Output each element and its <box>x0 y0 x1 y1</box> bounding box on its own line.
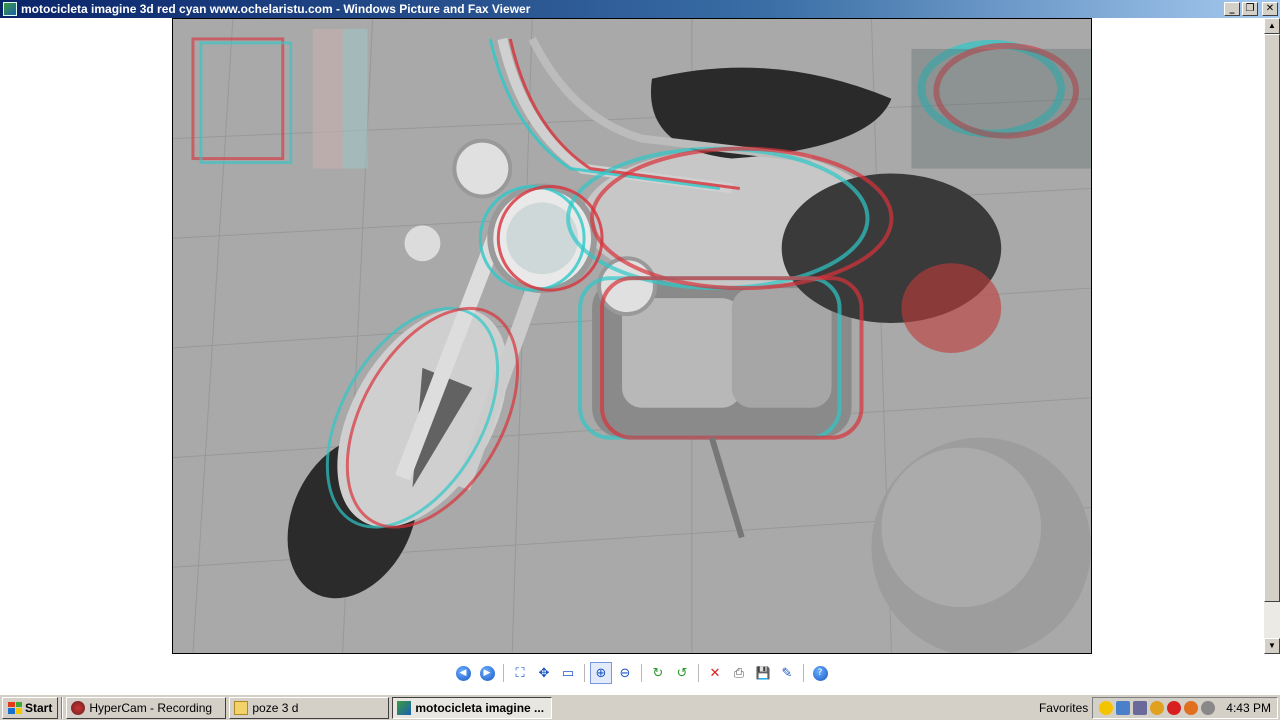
antivirus-icon[interactable] <box>1167 700 1182 715</box>
taskbar: Start HyperCam - Recording poze 3 d moto… <box>0 694 1280 720</box>
previous-icon: ◀ <box>455 665 471 681</box>
restore-button[interactable]: ❐ <box>1242 2 1258 16</box>
zoom-out-button[interactable]: ⊖ <box>614 662 636 684</box>
hypercam-icon <box>71 700 86 715</box>
viewer-area <box>0 18 1264 694</box>
actual-size-button[interactable]: ✥ <box>533 662 555 684</box>
scroll-up-button[interactable]: ▲ <box>1264 18 1280 34</box>
window-title: motocicleta imagine 3d red cyan www.oche… <box>21 2 531 16</box>
windows-logo-icon <box>8 701 22 714</box>
delete-icon: ✕ <box>709 665 721 681</box>
picture-viewer-icon <box>397 700 412 715</box>
anaglyph-motorcycle-image[interactable] <box>172 18 1092 654</box>
task-label: motocicleta imagine ... <box>415 700 545 715</box>
edit-icon: ✎ <box>781 665 793 681</box>
vertical-scrollbar[interactable]: ▲ ▼ <box>1264 18 1280 654</box>
close-button[interactable]: ✕ <box>1262 2 1278 16</box>
viewer-toolbar: ◀ ▶ ⛶ ✥ ▭ ⊕ ⊖ ↻ ↺ ✕ ⎙ 💾 ✎ ? <box>452 662 831 684</box>
slideshow-icon: ▭ <box>561 665 575 681</box>
rotate-counterclockwise-icon: ↺ <box>676 665 688 681</box>
help-icon: ? <box>812 665 828 681</box>
next-image-button[interactable]: ▶ <box>476 662 498 684</box>
best-fit-button[interactable]: ⛶ <box>509 662 531 684</box>
zoom-in-icon: ⊕ <box>595 665 607 681</box>
toolbar-separator <box>698 664 699 682</box>
toolbar-separator <box>641 664 642 682</box>
scroll-down-button[interactable]: ▼ <box>1264 638 1280 654</box>
network-icon[interactable] <box>1116 700 1131 715</box>
save-button[interactable]: 💾 <box>752 662 774 684</box>
previous-image-button[interactable]: ◀ <box>452 662 474 684</box>
taskbar-item-folder[interactable]: poze 3 d <box>229 696 390 719</box>
zoom-in-button[interactable]: ⊕ <box>590 662 612 684</box>
favorites-label[interactable]: Favorites <box>1039 701 1088 715</box>
actual-size-icon: ✥ <box>538 665 550 681</box>
zoom-out-icon: ⊖ <box>619 665 631 681</box>
flash-icon[interactable] <box>1150 700 1165 715</box>
delete-button[interactable]: ✕ <box>704 662 726 684</box>
smiley-icon[interactable] <box>1099 700 1114 715</box>
taskbar-item-hypercam[interactable]: HyperCam - Recording <box>66 696 227 719</box>
rotate-counterclockwise-button[interactable]: ↺ <box>671 662 693 684</box>
taskbar-separator <box>61 696 64 719</box>
minimize-button[interactable]: _ <box>1224 2 1240 16</box>
monitor-icon[interactable] <box>1133 700 1148 715</box>
taskbar-item-picture-viewer[interactable]: motocicleta imagine ... <box>392 696 553 719</box>
toolbar-separator <box>803 664 804 682</box>
update-icon[interactable] <box>1184 700 1199 715</box>
scroll-thumb[interactable] <box>1264 34 1280 602</box>
folder-icon <box>234 700 249 715</box>
toolbar-separator <box>584 664 585 682</box>
rotate-clockwise-icon: ↻ <box>652 665 664 681</box>
window-controls: _ ❐ ✕ <box>1224 2 1278 16</box>
task-label: poze 3 d <box>252 700 299 715</box>
clock[interactable]: 4:43 PM <box>1226 701 1271 715</box>
save-icon: 💾 <box>755 666 771 680</box>
system-tray: 4:43 PM <box>1092 696 1278 719</box>
settings-icon[interactable] <box>1201 700 1216 715</box>
toolbar-separator <box>503 664 504 682</box>
best-fit-icon: ⛶ <box>515 665 525 681</box>
next-icon: ▶ <box>479 665 495 681</box>
rotate-clockwise-button[interactable]: ↻ <box>647 662 669 684</box>
print-icon: ⎙ <box>733 665 745 681</box>
title-bar[interactable]: motocicleta imagine 3d red cyan www.oche… <box>0 0 1280 18</box>
start-button[interactable]: Start <box>2 696 59 719</box>
picture-viewer-icon <box>3 2 17 16</box>
image-canvas <box>173 19 1091 653</box>
help-button[interactable]: ? <box>809 662 831 684</box>
edit-button[interactable]: ✎ <box>776 662 798 684</box>
print-button[interactable]: ⎙ <box>728 662 750 684</box>
task-label: HyperCam - Recording <box>89 700 213 715</box>
slideshow-button[interactable]: ▭ <box>557 662 579 684</box>
start-label: Start <box>25 700 53 715</box>
